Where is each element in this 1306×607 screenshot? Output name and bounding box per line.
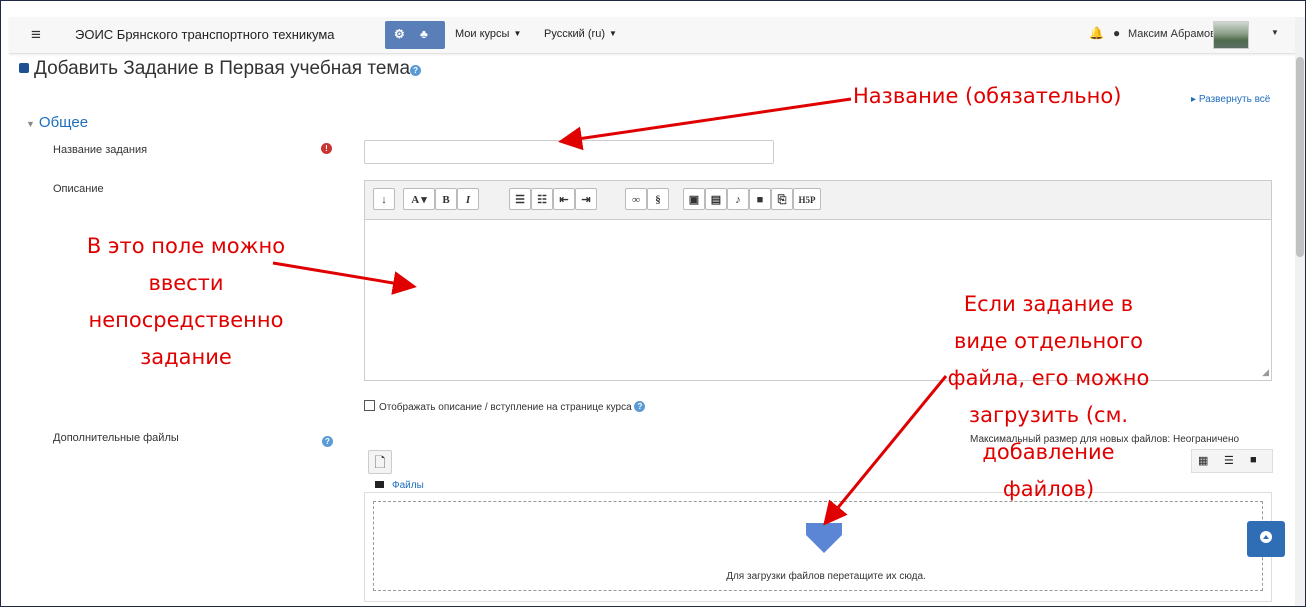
annotation-line: загрузить (см. xyxy=(968,403,1129,427)
site-name-link[interactable]: ЭОИС Брянского транспортного техникума xyxy=(75,27,335,42)
unlink-icon[interactable]: § xyxy=(647,188,669,210)
help-icon[interactable]: ? xyxy=(410,65,422,76)
chat-icon[interactable]: ● xyxy=(1113,26,1120,40)
annotation-description: В это поле можно ввести непосредственно … xyxy=(51,228,321,376)
annotation-line: файлов) xyxy=(1002,477,1095,501)
page-title-text: Добавить Задание в Первая учебная тема xyxy=(34,58,411,79)
editor-toolbar: ↓ A ▾ B I ☰ ☷ ⇤ ⇥ ∞ § ▣ ▤ ♪ ■ ⎘ H5P xyxy=(364,180,1272,220)
add-file-icon[interactable]: 🗋 xyxy=(368,450,392,474)
annotation-line: задание xyxy=(140,345,232,369)
sitemap-icon[interactable]: ♣ xyxy=(420,27,428,41)
microphone-icon[interactable]: ♪ xyxy=(727,188,749,210)
assignment-icon xyxy=(19,63,29,73)
show-description-checkbox[interactable]: Отображать описание / вступление на стра… xyxy=(364,400,646,413)
chevron-down-icon: ▼ xyxy=(26,119,35,129)
page-scrollbar[interactable] xyxy=(1295,17,1305,606)
user-name[interactable]: Максим Абрамов xyxy=(1128,28,1216,40)
my-courses-menu[interactable]: Мои курсы ▼ xyxy=(455,28,521,40)
image-icon[interactable]: ▣ xyxy=(683,188,705,210)
arrow-to-name-field xyxy=(558,97,852,151)
admin-tools-group: ⚙ ♣ xyxy=(385,21,445,49)
annotation-line: непосредственно xyxy=(88,308,284,332)
annotation-line: виде отдельного xyxy=(954,329,1143,353)
browser-frame: ≡ ЭОИС Брянского транспортного техникума… xyxy=(0,0,1306,607)
chevron-down-icon: ▼ xyxy=(513,29,522,38)
checkbox-box[interactable] xyxy=(364,400,375,411)
italic-button[interactable]: I xyxy=(457,188,479,210)
chevron-down-icon[interactable]: ▼ xyxy=(1271,28,1279,37)
paragraph-style-button[interactable]: A ▾ xyxy=(403,188,435,210)
media-icon[interactable]: ▤ xyxy=(705,188,727,210)
view-mode-buttons: ▦ ☰ ■ xyxy=(1191,449,1273,473)
bold-button[interactable]: B xyxy=(435,188,457,210)
assignment-name-label: Название задания xyxy=(53,144,148,156)
menu-hamburger-icon[interactable]: ≡ xyxy=(31,25,41,45)
annotation-line: Если задание в xyxy=(963,292,1134,316)
indent-icon[interactable]: ⇥ xyxy=(575,188,597,210)
folder-icon xyxy=(375,481,384,488)
folder-view-icon[interactable]: ■ xyxy=(1250,454,1257,466)
annotation-line: добавление xyxy=(982,440,1115,464)
grid-view-icon[interactable]: ▦ xyxy=(1198,454,1208,467)
annotation-files: Если задание в виде отдельного файла, ег… xyxy=(911,286,1186,508)
list-view-icon[interactable]: ☰ xyxy=(1224,454,1234,467)
resize-handle-icon[interactable]: ◢ xyxy=(1262,367,1269,378)
link-icon[interactable]: ∞ xyxy=(625,188,647,210)
arrow-up-icon xyxy=(1260,531,1272,543)
help-icon[interactable]: ? xyxy=(634,401,646,412)
help-icon[interactable]: ? xyxy=(322,436,333,447)
chevron-down-icon: ▼ xyxy=(608,29,617,38)
h5p-icon[interactable]: H5P xyxy=(793,188,821,210)
assignment-name-input[interactable] xyxy=(364,140,774,164)
toolbar-toggle-icon[interactable]: ↓ xyxy=(373,188,395,210)
ordered-list-icon[interactable]: ☷ xyxy=(531,188,553,210)
top-navbar: ≡ ЭОИС Брянского транспортного техникума… xyxy=(9,17,1297,54)
files-folder-label: Файлы xyxy=(392,480,424,491)
language-label: Русский ‎(ru)‎ xyxy=(544,28,605,40)
additional-files-label: Дополнительные файлы xyxy=(53,432,179,444)
annotation-line: файла, его можно xyxy=(947,366,1150,390)
annotation-line: В это поле можно xyxy=(86,234,286,258)
avatar[interactable] xyxy=(1213,21,1249,49)
section-general-toggle[interactable]: ▼ Общее xyxy=(26,114,88,131)
my-courses-label: Мои курсы xyxy=(455,28,510,40)
unordered-list-icon[interactable]: ☰ xyxy=(509,188,531,210)
section-general-label: Общее xyxy=(38,114,89,131)
bell-icon[interactable]: 🔔 xyxy=(1089,26,1104,40)
language-menu[interactable]: Русский ‎(ru)‎ ▼ xyxy=(544,28,617,40)
annotation-name-required: Название (обязательно) xyxy=(853,84,1122,108)
manage-files-icon[interactable]: ⎘ xyxy=(771,188,793,210)
show-description-label: Отображать описание / вступление на стра… xyxy=(379,402,632,413)
required-icon: ! xyxy=(321,143,332,154)
annotation-line: ввести xyxy=(148,271,224,295)
files-breadcrumb[interactable]: Файлы xyxy=(375,480,424,491)
expand-all-link[interactable]: ▸ Развернуть всё xyxy=(1191,94,1270,105)
expand-all-label: Развернуть всё xyxy=(1198,94,1271,105)
gears-icon[interactable]: ⚙ xyxy=(394,27,405,41)
back-to-top-button[interactable] xyxy=(1247,521,1285,557)
scrollbar-thumb[interactable] xyxy=(1296,57,1304,257)
page-title: Добавить Задание в Первая учебная тема? xyxy=(19,58,422,80)
video-icon[interactable]: ■ xyxy=(749,188,771,210)
outdent-icon[interactable]: ⇤ xyxy=(553,188,575,210)
download-arrow-icon xyxy=(806,523,842,553)
drop-files-text: Для загрузки файлов перетащите их сюда. xyxy=(726,571,926,582)
description-label: Описание xyxy=(53,183,104,195)
